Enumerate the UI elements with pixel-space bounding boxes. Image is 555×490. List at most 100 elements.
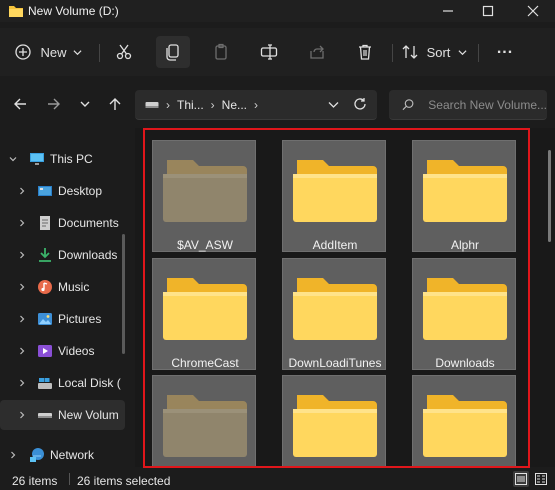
copy-button[interactable] [156, 36, 190, 68]
scissors-icon [116, 44, 132, 60]
refresh-icon[interactable] [353, 97, 367, 111]
divider [69, 473, 70, 485]
chevron-right-icon[interactable] [18, 187, 26, 195]
back-button[interactable] [6, 90, 34, 118]
paste-icon [215, 43, 227, 60]
arrow-left-icon [14, 98, 26, 110]
maximize-button[interactable] [471, 0, 505, 22]
divider [478, 44, 479, 62]
breadcrumb-this-pc[interactable]: Thi... [177, 98, 204, 112]
trash-icon [359, 44, 371, 60]
sidebar-item-label: Network [50, 448, 95, 462]
sidebar-item-new-volume[interactable]: New Volum [0, 400, 125, 430]
close-icon [527, 5, 539, 17]
download-icon [39, 248, 51, 262]
up-button[interactable] [101, 90, 129, 118]
chevron-right-icon[interactable] [18, 347, 26, 355]
sidebar-item-label: Desktop [58, 184, 103, 198]
chevron-right-icon[interactable] [18, 315, 26, 323]
new-button[interactable]: New [10, 36, 86, 68]
chevron-right-icon[interactable] [18, 219, 26, 227]
navigation-row: › Thi... › Ne... › Search New Volume... [0, 82, 555, 128]
sidebar-item-label: This PC [50, 152, 93, 166]
desktop-icon [38, 186, 52, 196]
sort-button[interactable]: Sort [397, 36, 471, 68]
minimize-icon [443, 10, 453, 12]
local-disk-icon [38, 378, 52, 389]
new-button-label: New [40, 44, 67, 60]
tiles-view-icon [535, 473, 547, 485]
videos-icon [38, 345, 52, 357]
folder-app-icon [9, 6, 23, 17]
breadcrumb-separator: › [166, 97, 170, 112]
monitor-icon [30, 153, 44, 165]
sidebar-item-downloads[interactable]: Downloads [0, 240, 125, 270]
address-bar[interactable]: › Thi... › Ne... › [135, 90, 377, 120]
breadcrumb-separator: › [254, 97, 259, 112]
cut-button[interactable] [108, 36, 140, 68]
sort-icon [402, 45, 418, 59]
search-placeholder: Search New Volume... [428, 97, 547, 112]
pictures-icon [38, 313, 52, 325]
content-scrollbar[interactable] [548, 150, 551, 242]
divider [99, 44, 100, 62]
sidebar-item-music[interactable]: Music [0, 272, 125, 302]
arrow-up-icon [109, 98, 121, 110]
chevron-right-icon[interactable] [18, 411, 26, 419]
tiles-view-button[interactable] [533, 471, 549, 487]
details-view-icon [515, 473, 527, 485]
chevron-down-icon[interactable] [328, 99, 339, 110]
more-options-label: ... [496, 40, 514, 57]
sidebar-item-label: Pictures [58, 312, 102, 326]
drive-icon [145, 101, 159, 108]
rename-icon [260, 44, 278, 60]
sidebar-item-pictures[interactable]: Pictures [0, 304, 125, 334]
sidebar-item-label: New Volum [58, 408, 119, 422]
breadcrumb-new-volume[interactable]: Ne... [222, 98, 247, 112]
chevron-right-icon[interactable] [18, 251, 26, 259]
chevron-down-icon [458, 49, 467, 55]
delete-button[interactable] [349, 36, 381, 68]
more-options-button[interactable]: ... [488, 36, 522, 68]
close-button[interactable] [516, 0, 550, 22]
sidebar-scrollbar[interactable] [122, 234, 125, 354]
chevron-right-icon[interactable] [18, 283, 26, 291]
chevron-right-icon[interactable] [18, 379, 26, 387]
chevron-right-icon[interactable] [9, 451, 17, 459]
minimize-button[interactable] [431, 0, 465, 22]
drive-icon [38, 413, 52, 418]
forward-button[interactable] [40, 90, 68, 118]
sidebar-item-documents[interactable]: Documents [0, 208, 125, 238]
plus-circle-icon [15, 44, 32, 60]
network-icon [30, 448, 44, 462]
search-icon [402, 99, 414, 111]
rename-button[interactable] [253, 36, 285, 68]
share-icon [310, 45, 324, 59]
breadcrumb-separator: › [210, 97, 215, 112]
sort-button-label: Sort [426, 44, 451, 60]
details-view-button[interactable] [513, 471, 529, 487]
chevron-down-icon [80, 101, 90, 107]
sidebar-item-this-pc[interactable]: This PC [0, 144, 125, 174]
selection-highlight-frame [143, 128, 530, 468]
sidebar-item-videos[interactable]: Videos [0, 336, 125, 366]
selected-count: 26 items selected [77, 474, 171, 488]
title-bar: New Volume (D:) [0, 0, 555, 22]
status-bar: 26 items 26 items selected [0, 468, 555, 490]
maximize-icon [482, 5, 494, 17]
item-count: 26 items [12, 474, 58, 488]
chevron-down-icon[interactable] [9, 155, 17, 163]
sidebar-item-desktop[interactable]: Desktop [0, 176, 125, 206]
recent-locations-button[interactable] [71, 90, 99, 118]
search-box[interactable]: Search New Volume... [389, 90, 547, 120]
paste-button[interactable] [205, 36, 237, 68]
sidebar-item-label: Downloads [58, 248, 118, 262]
sidebar-item-label: Music [58, 280, 90, 294]
music-icon [38, 280, 52, 294]
sidebar-item-network[interactable]: Network [0, 440, 125, 470]
sidebar-item-local-disk[interactable]: Local Disk ( [0, 368, 125, 398]
copy-icon [166, 44, 179, 61]
divider [392, 44, 393, 62]
share-button[interactable] [301, 36, 333, 68]
command-bar: New Sort ... [0, 28, 555, 76]
